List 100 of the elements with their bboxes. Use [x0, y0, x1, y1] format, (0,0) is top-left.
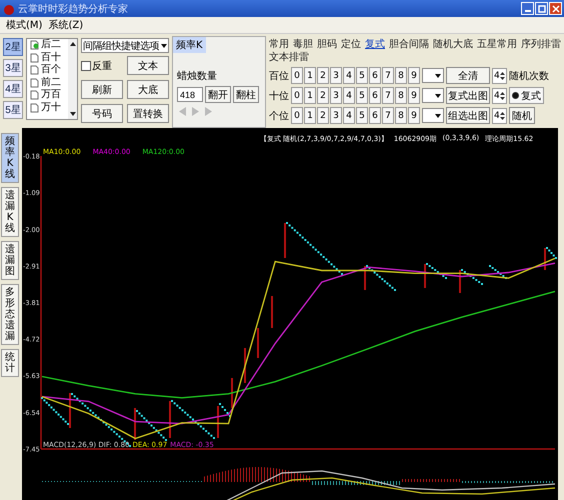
panel-tab[interactable]: 频率K: [173, 37, 206, 53]
filter-tab[interactable]: 随机大底: [433, 39, 473, 51]
filter-tab[interactable]: 常用: [269, 39, 289, 51]
action-button[interactable]: 组选出图: [446, 107, 490, 124]
scroll-down-icon[interactable]: [70, 112, 76, 116]
app-logo-icon: [3, 2, 15, 14]
side-tab[interactable]: 遗漏图: [1, 241, 19, 280]
star-button[interactable]: 5星: [3, 101, 23, 119]
filter-tab[interactable]: 序列排雷: [521, 39, 561, 51]
window-title: 云掌时时彩趋势分析专家: [18, 2, 128, 16]
digit-button[interactable]: 9: [408, 67, 420, 84]
digit-button[interactable]: 3: [330, 87, 342, 104]
action-button[interactable]: 全清: [446, 67, 490, 84]
list-item[interactable]: 后二: [41, 39, 61, 52]
digit-button[interactable]: 0: [291, 87, 303, 104]
maximize-button[interactable]: [535, 2, 548, 15]
digit-button[interactable]: 8: [395, 67, 407, 84]
spinner-value: 4: [494, 110, 500, 120]
digit-button[interactable]: 7: [382, 67, 394, 84]
digit-button[interactable]: 4: [343, 107, 355, 124]
list-item[interactable]: 百个: [41, 64, 61, 76]
filter-tab[interactable]: 毒胆: [293, 39, 313, 51]
close-icon: [552, 4, 560, 12]
digit-button[interactable]: 1: [304, 67, 316, 84]
digit-button[interactable]: 9: [408, 87, 420, 104]
filter-tab[interactable]: 复式: [365, 39, 385, 51]
side-tab[interactable]: 多形态遗漏: [1, 284, 19, 345]
tool-button[interactable]: 置转换: [127, 104, 169, 123]
digit-button[interactable]: 3: [330, 67, 342, 84]
side-tab[interactable]: 频率K线: [1, 133, 19, 183]
digit-button[interactable]: 6: [369, 107, 381, 124]
row-label: 百位: [269, 70, 289, 82]
digit-button[interactable]: 2: [317, 107, 329, 124]
side-tab[interactable]: 遗漏K线: [1, 187, 19, 237]
digit-button[interactable]: 9: [408, 107, 420, 124]
tool-button[interactable]: 号码: [81, 104, 123, 123]
maximize-icon: [538, 4, 546, 12]
candle-count-label: 蜡烛数量: [177, 70, 218, 83]
list-item[interactable]: 百十: [41, 52, 61, 64]
filter-tab[interactable]: 五星常用: [477, 39, 517, 51]
list-item[interactable]: 前二: [41, 76, 61, 89]
dropdown-arrow-icon: [435, 114, 441, 118]
row-label: 十位: [269, 90, 289, 102]
digit-button[interactable]: 5: [356, 87, 368, 104]
minimize-button[interactable]: [521, 2, 534, 15]
menu-item[interactable]: 系统(Z): [48, 18, 84, 32]
list-item[interactable]: 万百: [41, 89, 61, 102]
spinner-field[interactable]: 4: [492, 88, 507, 104]
digit-button[interactable]: 6: [369, 67, 381, 84]
digit-button[interactable]: 0: [291, 67, 303, 84]
mode-radio[interactable]: 复式: [509, 87, 544, 104]
star-button[interactable]: 4星: [3, 80, 23, 98]
close-button[interactable]: [549, 2, 562, 15]
digit-button[interactable]: 2: [317, 87, 329, 104]
filter-tab[interactable]: 胆码: [317, 39, 337, 51]
candle-count-field[interactable]: 418: [177, 87, 203, 102]
digit-button[interactable]: 4: [343, 87, 355, 104]
quick-select-dropdown[interactable]: 间隔组快捷键选项: [81, 38, 169, 53]
digit-button[interactable]: 0: [291, 107, 303, 124]
dropdown-arrow-icon: [435, 94, 441, 98]
digit-button[interactable]: 7: [382, 87, 394, 104]
digit-button[interactable]: 3: [330, 107, 342, 124]
dropdown[interactable]: [422, 88, 444, 103]
tool-button[interactable]: 大底: [127, 80, 169, 99]
digit-button[interactable]: 4: [343, 67, 355, 84]
star-button[interactable]: 2星: [3, 38, 23, 56]
tool-button[interactable]: 文本: [127, 56, 169, 75]
digit-button[interactable]: 8: [395, 107, 407, 124]
digit-button[interactable]: 8: [395, 87, 407, 104]
filter-tab[interactable]: 胆合间隔: [389, 39, 429, 51]
dropdown[interactable]: [422, 68, 444, 83]
digit-button[interactable]: 5: [356, 67, 368, 84]
tool-button[interactable]: 刷新: [81, 80, 123, 99]
filter-tab[interactable]: 定位: [341, 39, 361, 51]
spinner-arrows-icon[interactable]: [500, 110, 505, 120]
list-item[interactable]: 万十: [41, 102, 61, 114]
digit-button[interactable]: 1: [304, 107, 316, 124]
digit-button[interactable]: 7: [382, 107, 394, 124]
digit-button[interactable]: 5: [356, 107, 368, 124]
spinner-field[interactable]: 4: [492, 68, 507, 84]
scroll-up-icon[interactable]: [70, 42, 76, 46]
spinner-arrows-icon[interactable]: [500, 90, 505, 100]
checkbox-label: 反重: [92, 60, 112, 72]
spinner-arrows-icon[interactable]: [500, 70, 505, 80]
dropdown-arrow-icon: [435, 74, 441, 78]
panel-button[interactable]: 翻柱: [233, 86, 259, 103]
filter-tab[interactable]: 文本排雷: [269, 52, 309, 64]
checkbox[interactable]: [81, 60, 91, 70]
menu-item[interactable]: 模式(M): [6, 18, 42, 32]
action-button[interactable]: 复式出图: [446, 87, 490, 104]
digit-button[interactable]: 2: [317, 67, 329, 84]
digit-button[interactable]: 1: [304, 87, 316, 104]
dropdown[interactable]: [422, 108, 444, 123]
random-button[interactable]: 随机: [509, 107, 535, 124]
panel-button[interactable]: 翻开: [205, 86, 231, 103]
side-tab[interactable]: 统计: [1, 349, 19, 377]
star-button[interactable]: 3星: [3, 59, 23, 77]
spinner-field[interactable]: 4: [492, 108, 507, 124]
scrollbar[interactable]: [68, 39, 77, 119]
digit-button[interactable]: 6: [369, 87, 381, 104]
